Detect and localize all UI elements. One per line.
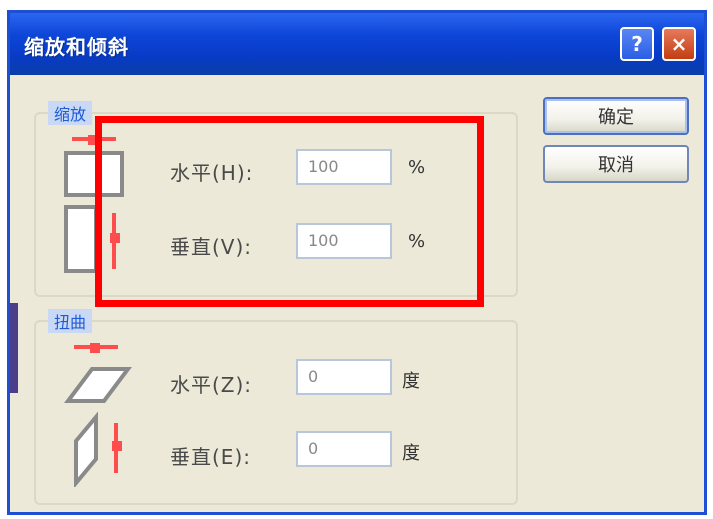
skew-vertical-label: 垂直(E):: [170, 445, 251, 469]
skew-vertical-input[interactable]: 0: [296, 431, 392, 467]
help-icon: ?: [631, 32, 643, 56]
skew-horizontal-unit: 度: [402, 371, 420, 392]
skew-vertical-unit: 度: [402, 443, 420, 464]
horizontal-skew-icon: [64, 343, 132, 403]
background-strip: [10, 303, 18, 393]
cancel-button[interactable]: 取消: [543, 145, 689, 183]
close-button[interactable]: ×: [662, 27, 696, 61]
ok-button[interactable]: 确定: [543, 97, 689, 135]
title-bar[interactable]: 缩放和倾斜 ? ×: [10, 13, 704, 75]
vertical-skew-icon: [74, 411, 122, 487]
skew-group-legend: 扭曲: [48, 309, 93, 333]
resize-skew-dialog: 缩放和倾斜 ? × 缩放 水平(H): 100 % 垂直(V): 100 % 扭…: [7, 10, 707, 515]
red-highlight-box: [95, 116, 484, 307]
window-title: 缩放和倾斜: [24, 35, 129, 59]
scale-group-legend: 缩放: [48, 101, 93, 125]
skew-horizontal-input[interactable]: 0: [296, 359, 392, 395]
close-icon: ×: [670, 32, 688, 56]
skew-horizontal-label: 水平(Z):: [170, 373, 253, 397]
help-button[interactable]: ?: [620, 27, 654, 61]
